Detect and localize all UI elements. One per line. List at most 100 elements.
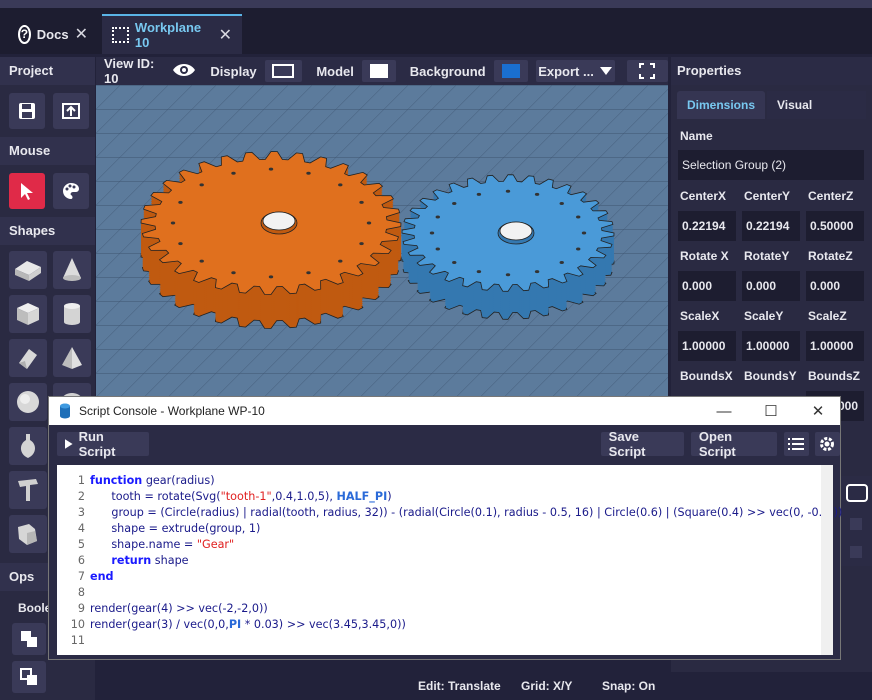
cube-icon	[17, 303, 39, 325]
save-script-button[interactable]: Save Script	[600, 429, 684, 459]
run-script-button[interactable]: Run Script	[57, 429, 149, 459]
shape-wedge-button[interactable]	[9, 339, 47, 377]
3d-viewport[interactable]	[96, 85, 668, 397]
scalez-field[interactable]: 1.00000	[806, 331, 864, 361]
row-checkbox[interactable]	[850, 546, 862, 558]
shape-cylinder-button[interactable]	[53, 295, 91, 333]
shape-cube-button[interactable]	[9, 295, 47, 333]
minimize-button[interactable]: —	[701, 397, 747, 425]
export-dropdown[interactable]: Export ...	[535, 60, 615, 82]
select-pointer-button[interactable]	[9, 173, 45, 209]
shape-box-button[interactable]	[9, 251, 47, 289]
tab-docs[interactable]: ? Docs ✕	[8, 14, 98, 54]
model-label: Model	[316, 63, 354, 79]
scene-list-peek	[838, 476, 872, 566]
line-number: 11	[70, 634, 85, 647]
display-mode-button[interactable]	[264, 60, 303, 82]
scalex-field[interactable]: 1.00000	[678, 331, 736, 361]
code-line-9: render(gear(4) >> vec(-2,-2,0))	[90, 602, 268, 615]
boolean-union-button[interactable]	[12, 623, 46, 655]
script-list-button[interactable]	[783, 432, 809, 456]
scaley-label: ScaleY	[744, 309, 784, 323]
shape-pyramid-button[interactable]	[53, 339, 91, 377]
boundsy-label: BoundsY	[744, 369, 797, 383]
viewport-canvas[interactable]	[96, 85, 668, 397]
name-label: Name	[680, 129, 713, 143]
properties-header: Properties	[671, 57, 872, 85]
palette-icon	[63, 183, 79, 199]
centery-label: CenterY	[744, 189, 791, 203]
close-window-button[interactable]: ✕	[795, 397, 841, 425]
viewport-toolbar: View ID: 10 Display Model Background Exp…	[96, 56, 668, 86]
rotatey-field[interactable]: 0.000	[742, 271, 800, 301]
rotatey-label: RotateY	[744, 249, 790, 263]
centerx-label: CenterX	[680, 189, 727, 203]
gear-blue[interactable]	[401, 174, 615, 320]
centerx-field[interactable]: 0.22194	[678, 211, 736, 241]
save-button[interactable]	[9, 93, 45, 129]
rotatex-field[interactable]: 0.000	[678, 271, 736, 301]
sphere-icon	[17, 391, 39, 413]
line-number: 5	[77, 538, 85, 551]
line-number: 10	[70, 618, 85, 631]
status-edit-mode: Edit: Translate	[418, 679, 501, 693]
boundsz-label: BoundsZ	[808, 369, 860, 383]
export-label: Export ...	[538, 63, 594, 79]
union-squares-icon	[21, 631, 37, 647]
grid-dots-icon	[112, 27, 129, 43]
model-color-button[interactable]	[361, 60, 396, 82]
background-color-button[interactable]	[493, 60, 528, 82]
shape-sphere-button[interactable]	[9, 383, 47, 421]
play-icon	[65, 439, 73, 449]
pyramid-icon	[62, 347, 82, 369]
shape-text-button[interactable]	[9, 471, 47, 509]
open-script-button[interactable]: Open Script	[690, 429, 777, 459]
line-number: 7	[77, 570, 85, 583]
console-titlebar[interactable]: Script Console - Workplane WP-10 — ☐ ✕	[49, 397, 840, 425]
rotatez-field[interactable]: 0.000	[806, 271, 864, 301]
gear-orange[interactable]	[140, 151, 402, 329]
eye-icon[interactable]	[172, 62, 196, 81]
row-checkbox[interactable]	[850, 518, 862, 530]
editor-scrollbar[interactable]	[821, 465, 833, 655]
code-line-1: function gear(radius)	[90, 474, 215, 487]
tab-visual[interactable]: Visual	[767, 91, 866, 119]
line-number: 2	[77, 490, 85, 503]
line-number: 1	[77, 474, 85, 487]
line-number: 3	[77, 506, 85, 519]
centery-field[interactable]: 0.22194	[742, 211, 800, 241]
upload-button[interactable]	[53, 93, 89, 129]
close-icon[interactable]: ✕	[75, 24, 88, 44]
shape-cone-button[interactable]	[53, 251, 91, 289]
script-console-window: Script Console - Workplane WP-10 — ☐ ✕ R…	[48, 396, 842, 660]
script-editor[interactable]: 1 2 3 4 5 6 7 8 9 10 11 function gear(radius) toot…	[57, 465, 842, 655]
boolean-difference-button[interactable]	[12, 661, 46, 693]
visibility-toggle-icon[interactable]	[846, 484, 868, 502]
vase-icon	[20, 434, 36, 458]
console-title: Script Console - Workplane WP-10	[79, 404, 265, 418]
shape-vase-button[interactable]	[9, 427, 47, 465]
help-circle-icon: ?	[18, 24, 31, 44]
console-settings-button[interactable]	[814, 432, 840, 456]
chevron-down-icon	[599, 67, 612, 75]
rotatez-label: RotateZ	[808, 249, 853, 263]
shape-custom-button[interactable]	[9, 515, 47, 553]
boundsx-label: BoundsX	[680, 369, 733, 383]
custom-solid-icon	[18, 524, 37, 545]
fullscreen-icon	[639, 63, 656, 79]
code-line-6: return shape	[111, 554, 189, 567]
tab-dimensions[interactable]: Dimensions	[677, 91, 766, 119]
tab-workplane[interactable]: Workplane 10 ✕	[102, 14, 242, 54]
run-script-label: Run Script	[78, 429, 116, 459]
difference-squares-icon	[20, 668, 37, 685]
save-script-label: Save Script	[608, 429, 646, 459]
maximize-button[interactable]: ☐	[748, 397, 794, 425]
name-field[interactable]: Selection Group (2)	[678, 150, 864, 180]
status-snap: Snap: On	[602, 679, 656, 693]
fullscreen-button[interactable]	[626, 60, 668, 82]
paint-palette-button[interactable]	[53, 173, 89, 209]
close-icon[interactable]: ✕	[219, 25, 232, 45]
background-label: Background	[409, 63, 486, 79]
centerz-field[interactable]: 0.50000	[806, 211, 864, 241]
scaley-field[interactable]: 1.00000	[742, 331, 800, 361]
